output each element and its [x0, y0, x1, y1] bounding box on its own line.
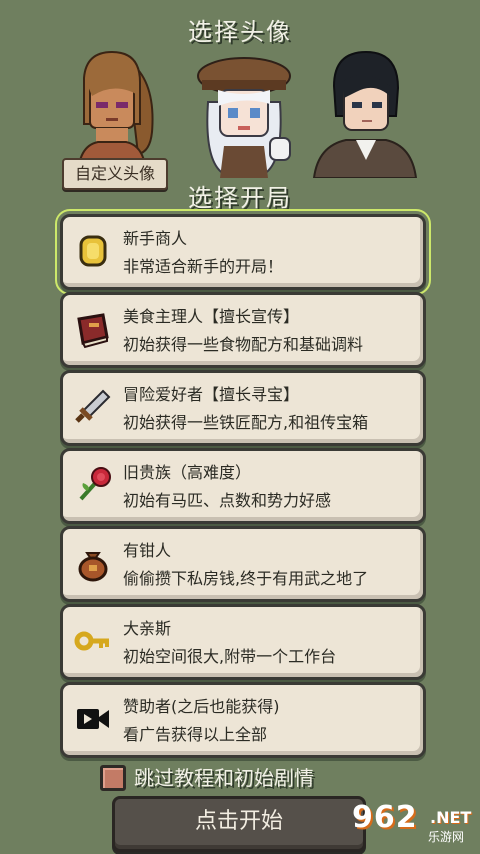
- start-option-name: 冒险爱好者【擅长寻宝】: [123, 385, 300, 404]
- start-option-name: 美食主理人【擅长宣传】: [123, 307, 300, 326]
- start-option-name: 有钳人: [123, 541, 172, 560]
- site-watermark: 962 .NET 乐游网: [342, 800, 476, 850]
- white-hair-girl-beret-portrait[interactable]: [184, 42, 304, 178]
- start-option-desc: 初始获得一些铁匠配方,和祖传宝箱: [123, 413, 369, 432]
- start-option-old-noble[interactable]: 旧贵族（高难度） 初始有马匹、点数和势力好感: [60, 448, 426, 524]
- start-option-desc: 初始空间很大,附带一个工作台: [123, 647, 337, 666]
- gold-coin-icon: [79, 235, 107, 267]
- start-option-adventurer[interactable]: 冒险爱好者【擅长寻宝】 初始获得一些铁匠配方,和祖传宝箱: [60, 370, 426, 446]
- start-option-desc: 非常适合新手的开局！: [123, 257, 284, 276]
- video-camera-icon: [77, 709, 109, 729]
- start-option-desc: 看广告获得以上全部: [123, 725, 268, 744]
- sword-icon: [75, 389, 111, 423]
- start-option-name: 新手商人: [123, 229, 188, 248]
- watermark-number: 962: [352, 800, 418, 835]
- watermark-sub: 乐游网: [428, 830, 465, 844]
- start-option-sponsor[interactable]: 赞助者(之后也能获得) 看广告获得以上全部: [60, 682, 426, 758]
- book-icon: [77, 313, 109, 349]
- rose-icon: [79, 467, 111, 501]
- start-section-title: 选择开局: [188, 184, 292, 212]
- key-icon: [74, 631, 109, 651]
- start-option-novice-merchant[interactable]: 新手商人 非常适合新手的开局！: [55, 209, 431, 295]
- skip-tutorial-label: 跳过教程和初始剧情: [134, 766, 314, 790]
- start-option-name: 赞助者(之后也能获得): [123, 697, 280, 716]
- start-option-desc: 初始获得一些食物配方和基础调料: [123, 335, 364, 354]
- start-option-name: 大亲斯: [123, 619, 172, 638]
- start-option-food-host[interactable]: 美食主理人【擅长宣传】 初始获得一些食物配方和基础调料: [60, 292, 426, 368]
- money-bag-icon: [78, 552, 108, 582]
- start-option-name: 旧贵族（高难度）: [123, 463, 252, 482]
- start-option-desc: 偷偷攒下私房钱,终于有用武之地了: [123, 569, 369, 588]
- watermark-suffix: .NET: [430, 808, 472, 827]
- dark-hair-boy-portrait[interactable]: [304, 42, 424, 178]
- start-option-desc: 初始有马匹、点数和势力好感: [123, 491, 332, 510]
- start-button[interactable]: 点击开始: [112, 796, 366, 852]
- start-option-big-house[interactable]: 大亲斯 初始空间很大,附带一个工作台: [60, 604, 426, 680]
- skip-tutorial-checkbox[interactable]: [100, 765, 126, 791]
- start-option-wealthy[interactable]: 有钳人 偷偷攒下私房钱,终于有用武之地了: [60, 526, 426, 602]
